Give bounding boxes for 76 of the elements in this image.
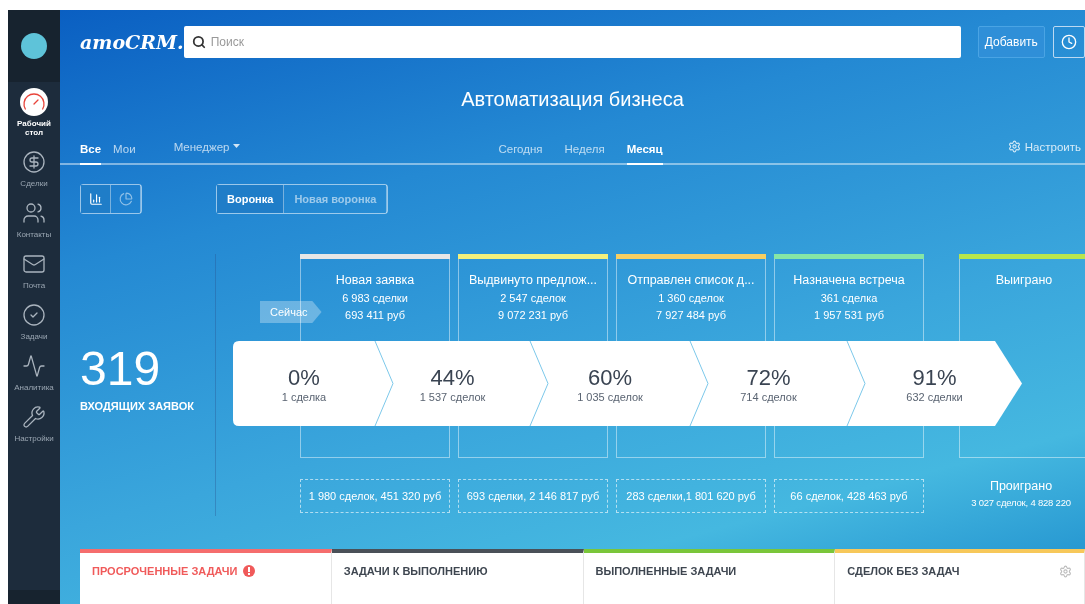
- conversion-percent: 60%: [587, 364, 632, 391]
- sidebar-item[interactable]: Настройки: [8, 397, 60, 448]
- pie-chart-icon: [118, 192, 133, 206]
- task-column[interactable]: ВЫПОЛНЕННЫЕ ЗАДАЧИ: [583, 549, 836, 604]
- stage-name: Выдвинуто предлож...: [468, 273, 598, 287]
- stage-summary: 1 980 сделок, 451 320 руб: [300, 479, 450, 513]
- dollar-icon: [20, 148, 48, 176]
- stage-name: Выиграно: [995, 273, 1053, 287]
- sidebar-item[interactable]: Рабочий стол: [8, 82, 60, 142]
- incoming-label: ВХОДЯЩИХ ЗАЯВОК: [80, 400, 195, 412]
- conversion-deals: 714 сделок: [740, 390, 797, 403]
- conversion-percent: 72%: [746, 364, 791, 391]
- settings-icon: [1007, 140, 1021, 153]
- conversion-deals: 1 035 сделок: [577, 390, 643, 403]
- sidebar-item[interactable]: Контакты: [8, 193, 60, 244]
- stage-summary: 66 сделок, 428 463 руб: [774, 479, 924, 513]
- filter-tab[interactable]: Мои: [113, 143, 136, 165]
- clock-button[interactable]: [1053, 26, 1085, 58]
- stage-deals: 1 360 сделок: [658, 292, 724, 304]
- settings-link[interactable]: Настроить: [1007, 140, 1085, 163]
- period-tab[interactable]: Неделя: [564, 143, 605, 165]
- logo-icon[interactable]: [21, 33, 47, 59]
- stage-amount: 1 957 531 руб: [814, 309, 884, 321]
- sidebar-footer: [8, 590, 60, 604]
- stage-amount: 693 411 руб: [345, 309, 405, 321]
- page-title: Автоматизация бизнеса: [460, 88, 685, 112]
- lost-title: Проиграно: [989, 479, 1053, 493]
- sidebar-item[interactable]: Задачи: [8, 295, 60, 346]
- clock-icon: [1061, 34, 1077, 50]
- gauge-icon: [20, 88, 48, 116]
- task-title: ПРОСРОЧЕННЫЕ ЗАДАЧИ: [92, 565, 238, 577]
- sidebar-item[interactable]: Сделки: [8, 142, 60, 193]
- conversion-percent: 0%: [288, 364, 320, 391]
- sidebar-item[interactable]: Аналитика: [8, 346, 60, 397]
- stage-name: Новая заявка: [335, 273, 415, 287]
- stage-name: Назначена встреча: [793, 273, 905, 287]
- task-column[interactable]: СДЕЛОК БЕЗ ЗАДАЧ: [835, 549, 1085, 604]
- stage-deals: 361 сделка: [820, 292, 878, 304]
- conversion-deals: 1 сделка: [281, 390, 327, 403]
- settings-icon[interactable]: [1059, 565, 1072, 578]
- bar-chart-button[interactable]: [81, 185, 111, 213]
- pipeline-tab[interactable]: Новая воронка: [284, 185, 388, 213]
- search-icon: [191, 35, 206, 49]
- stage-deals: 6 983 сделки: [342, 292, 408, 304]
- conversion-percent: 44%: [430, 364, 475, 391]
- period-tab[interactable]: Сегодня: [498, 143, 543, 165]
- alert-icon: [243, 565, 256, 577]
- stage-card[interactable]: Выиграно: [959, 254, 1085, 341]
- search-field[interactable]: Поиск: [183, 26, 961, 58]
- lost-summary: 3 027 сделок, 4 828 220: [971, 497, 1071, 508]
- wrench-icon: [20, 403, 48, 431]
- stage-summary: 283 сделки,1 801 620 руб: [616, 479, 766, 513]
- stage-amount: 9 072 231 руб: [498, 309, 568, 321]
- conversion-percent: 91%: [912, 364, 957, 391]
- bar-chart-icon: [88, 192, 103, 206]
- task-column[interactable]: ЗАДАЧИ К ВЫПОЛНЕНИЮ: [331, 549, 584, 604]
- conversion-deals: 632 сделки: [906, 390, 963, 403]
- task-title: СДЕЛОК БЕЗ ЗАДАЧ: [847, 565, 960, 577]
- stage-amount: 7 927 484 руб: [656, 309, 726, 321]
- period-tab[interactable]: Месяц: [626, 143, 663, 165]
- sidebar-item[interactable]: Почта: [8, 244, 60, 295]
- app-logo[interactable]: amoCRM.: [80, 31, 184, 53]
- stage-name: Отправлен список д...: [627, 273, 755, 287]
- task-column[interactable]: ПРОСРОЧЕННЫЕ ЗАДАЧИ: [80, 549, 332, 604]
- pipeline-tab[interactable]: Воронка: [217, 185, 285, 213]
- check-icon: [20, 301, 48, 329]
- task-title: ЗАДАЧИ К ВЫПОЛНЕНИЮ: [343, 565, 488, 577]
- manager-dropdown[interactable]: Менеджер: [173, 141, 241, 163]
- caret-icon: [233, 141, 241, 151]
- stage-deals: 2 547 сделок: [500, 292, 566, 304]
- task-title: ВЫПОЛНЕННЫЕ ЗАДАЧИ: [595, 565, 737, 577]
- stage-summary: 693 сделки, 2 146 817 руб: [458, 479, 608, 513]
- filter-tab[interactable]: Все: [80, 143, 102, 165]
- add-button[interactable]: Добавить: [977, 26, 1045, 58]
- now-tag: Сейчас: [260, 301, 322, 323]
- conversion-deals: 1 537 сделок: [419, 390, 486, 403]
